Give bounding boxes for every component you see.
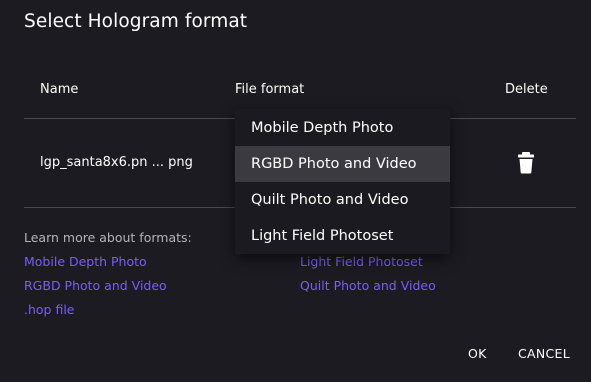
menu-item-quilt-photo-video[interactable]: Quilt Photo and Video: [235, 182, 450, 218]
dialog-title: Select Hologram format: [24, 11, 248, 32]
link-hop-file[interactable]: .hop file: [24, 302, 75, 317]
link-quilt-photo-video[interactable]: Quilt Photo and Video: [300, 278, 436, 293]
menu-item-light-field-photoset[interactable]: Light Field Photoset: [235, 218, 450, 254]
column-header-name: Name: [40, 82, 79, 97]
cancel-button[interactable]: CANCEL: [518, 346, 570, 361]
link-light-field-photoset[interactable]: Light Field Photoset: [300, 254, 423, 269]
trash-icon: [518, 152, 534, 174]
link-rgbd-photo-video[interactable]: RGBD Photo and Video: [24, 278, 167, 293]
menu-item-mobile-depth-photo[interactable]: Mobile Depth Photo: [235, 110, 450, 146]
file-format-dropdown-menu: Mobile Depth Photo RGBD Photo and Video …: [235, 109, 450, 254]
learn-more-label: Learn more about formats:: [24, 230, 192, 245]
column-header-delete: Delete: [505, 82, 548, 97]
column-header-file-format: File format: [235, 82, 305, 97]
menu-item-rgbd-photo-video[interactable]: RGBD Photo and Video: [235, 146, 450, 182]
delete-button[interactable]: [516, 152, 536, 174]
link-mobile-depth-photo[interactable]: Mobile Depth Photo: [24, 254, 147, 269]
select-format-dialog: Select Hologram format Name File format …: [0, 0, 591, 382]
ok-button[interactable]: OK: [468, 346, 487, 361]
file-name: lgp_santa8x6.pn ... png: [40, 155, 193, 170]
